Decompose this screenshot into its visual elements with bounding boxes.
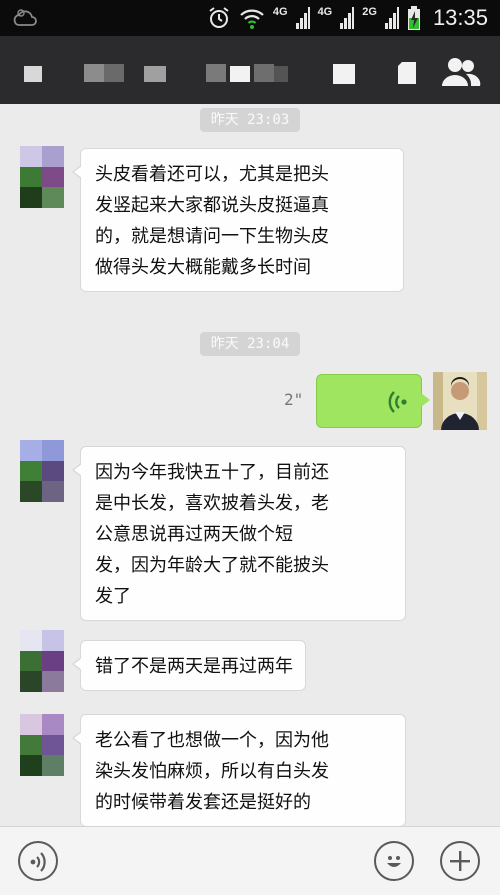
wifi-icon (240, 9, 264, 29)
network-type-label-1: 4G (272, 6, 288, 18)
voice-duration: 2" (284, 390, 304, 409)
message-line: 老公看了也想做一个，因为他 (95, 730, 329, 751)
signal-4g-icon (295, 7, 310, 29)
plus-icon (450, 851, 470, 871)
avatar[interactable] (20, 146, 64, 208)
phone-icon[interactable] (333, 64, 355, 84)
avatar[interactable] (20, 440, 64, 502)
avatar[interactable] (20, 714, 64, 776)
alarm-clock-icon (209, 7, 229, 28)
plus-button[interactable] (440, 841, 480, 881)
battery-charging-icon (407, 6, 420, 30)
chat-title-bar (0, 36, 500, 104)
signal-4g-icon (340, 7, 355, 29)
message-line: 因为今年我快五十了，目前还 (95, 462, 329, 483)
status-time: 13:35 (432, 5, 488, 30)
message-line: 发竖起来大家都说头皮挺逼真 (95, 195, 329, 216)
message-bubble[interactable]: 因为今年我快五十了，目前还 是中长发，喜欢披着头发，老 公意思说再过两天做个短 … (72, 446, 406, 621)
status-bar: 4G 4G 2G 13:35 (0, 0, 500, 36)
network-type-label-2: 4G (317, 6, 333, 18)
weather-icon (13, 9, 37, 26)
person-photo (433, 372, 487, 430)
message-line: 是中长发，喜欢披着头发，老 (95, 493, 329, 514)
message-bubble[interactable]: 老公看了也想做一个，因为他 染头发怕麻烦，所以有白头发 的时候带着发套还是挺好的 (72, 714, 406, 826)
emoji-icon (387, 856, 401, 867)
voice-wave-icon (388, 391, 407, 413)
message-line: 的，就是想请问一下生物头皮 (95, 226, 329, 247)
voice-input-button[interactable] (18, 841, 58, 881)
message-line: 的时候带着发套还是挺好的 (95, 792, 311, 813)
timestamp-pill: 昨天 23:04 (200, 332, 300, 356)
voice-message-bubble[interactable] (316, 374, 430, 428)
message-line: 公意思说再过两天做个短 (95, 524, 293, 545)
message-line: 头皮看着还可以，尤其是把头 (95, 164, 329, 185)
message-line: 发，因为年龄大了就不能披头 (95, 555, 329, 576)
signal-2g-icon (384, 7, 399, 29)
contacts-icon[interactable] (440, 56, 482, 88)
voice-input-icon (30, 852, 46, 872)
message-bubble[interactable]: 头皮看着还可以，尤其是把头 发竖起来大家都说头皮挺逼真 的，就是想请问一下生物头… (72, 148, 404, 292)
message-list[interactable]: 昨天 23:03 头皮看着还可以，尤其是把头 发竖起来大家都说头皮挺逼真 的，就… (0, 104, 500, 826)
emoji-button[interactable] (374, 841, 414, 881)
message-bubble[interactable]: 错了不是两天是再过两年 (72, 640, 306, 691)
message-line: 染头发怕麻烦，所以有白头发 (95, 761, 329, 782)
message-line: 发了 (95, 586, 131, 607)
avatar[interactable] (20, 630, 64, 692)
network-type-label-3: 2G (362, 6, 377, 18)
my-avatar[interactable] (433, 372, 487, 430)
input-bar (0, 826, 500, 895)
message-line: 错了不是两天是再过两年 (95, 656, 293, 677)
message-line: 做得头发大概能戴多长时间 (95, 257, 311, 278)
timestamp-pill: 昨天 23:03 (200, 108, 300, 132)
redacted-title (24, 64, 288, 84)
file-icon[interactable] (396, 62, 418, 84)
